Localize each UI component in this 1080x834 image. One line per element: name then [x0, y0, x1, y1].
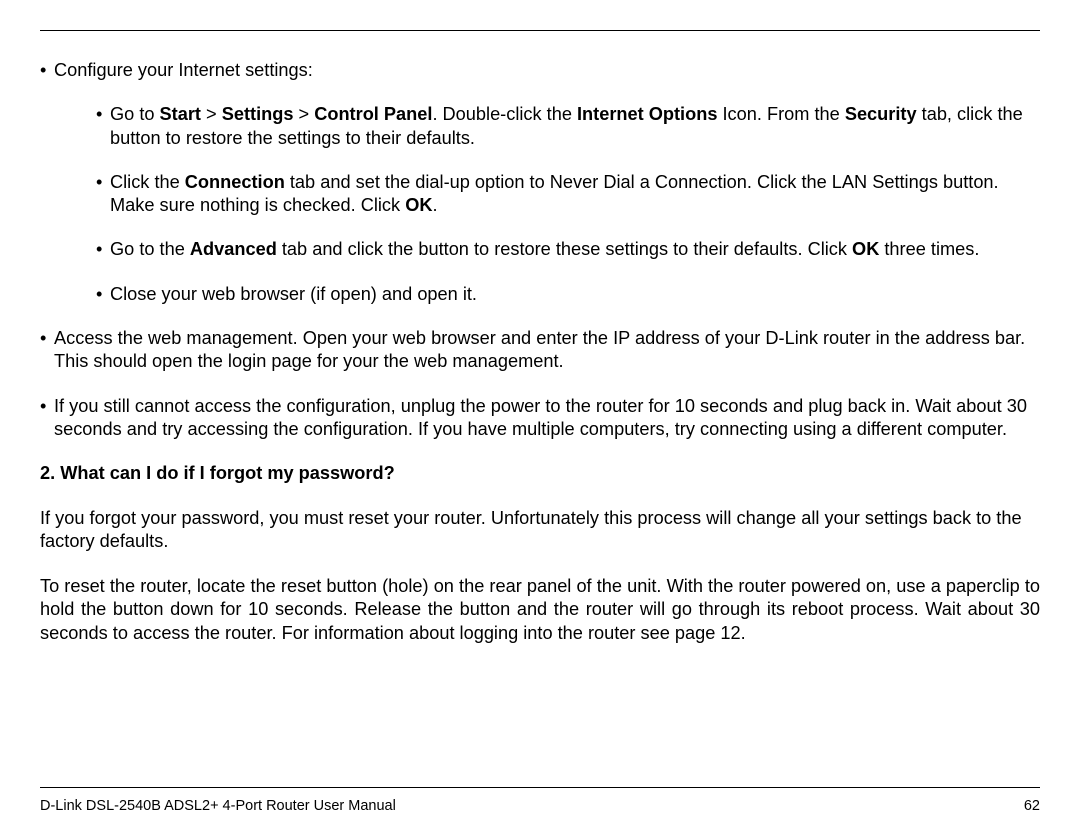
text-fragment: .: [432, 195, 437, 215]
bullet-dot-icon: •: [96, 283, 110, 306]
text-fragment: Go to the: [110, 239, 190, 259]
bullet-access-web-mgmt: • Access the web management. Open your w…: [40, 327, 1040, 374]
faq-q2-paragraph-1: If you forgot your password, you must re…: [40, 507, 1040, 554]
text-fragment: Icon. From the: [717, 104, 844, 124]
faq-q2-paragraph-2: To reset the router, locate the reset bu…: [40, 575, 1040, 645]
bold-connection: Connection: [185, 172, 285, 192]
bold-ok: OK: [852, 239, 879, 259]
bullet-configure-internet-text: Configure your Internet settings:: [54, 59, 1040, 82]
bold-settings: Settings: [222, 104, 294, 124]
bullet-still-cannot-access-text: If you still cannot access the configura…: [54, 395, 1040, 442]
bold-advanced: Advanced: [190, 239, 277, 259]
bullet-dot-icon: •: [96, 103, 110, 150]
sub-bullet-advanced-tab: • Go to the Advanced tab and click the b…: [96, 238, 1040, 261]
manual-page: • Configure your Internet settings: • Go…: [0, 0, 1080, 834]
bold-security: Security: [845, 104, 917, 124]
bullet-dot-icon: •: [96, 171, 110, 218]
bullet-dot-icon: •: [96, 238, 110, 261]
bullet-dot-icon: •: [40, 59, 54, 82]
text-fragment: >: [293, 104, 314, 124]
page-footer: D-Link DSL-2540B ADSL2+ 4-Port Router Us…: [40, 788, 1040, 834]
bold-internet-options: Internet Options: [577, 104, 717, 124]
bold-ok: OK: [405, 195, 432, 215]
sub-bullet-close-browser-text: Close your web browser (if open) and ope…: [110, 283, 1040, 306]
bullet-access-web-mgmt-text: Access the web management. Open your web…: [54, 327, 1040, 374]
text-fragment: tab and click the button to restore thes…: [277, 239, 852, 259]
sub-bullet-advanced-tab-text: Go to the Advanced tab and click the but…: [110, 238, 1040, 261]
bullet-dot-icon: •: [40, 395, 54, 442]
bold-start: Start: [160, 104, 201, 124]
bullet-dot-icon: •: [40, 327, 54, 374]
text-fragment: . Double-click the: [432, 104, 577, 124]
footer-manual-title: D-Link DSL-2540B ADSL2+ 4-Port Router Us…: [40, 798, 396, 814]
sub-bullet-start-settings: • Go to Start > Settings > Control Panel…: [96, 103, 1040, 150]
sub-bullet-start-settings-text: Go to Start > Settings > Control Panel. …: [110, 103, 1040, 150]
footer-page-number: 62: [1024, 798, 1040, 814]
sub-bullet-connection-tab-text: Click the Connection tab and set the dia…: [110, 171, 1040, 218]
text-fragment: >: [201, 104, 222, 124]
text-fragment: Go to: [110, 104, 160, 124]
bullet-configure-internet: • Configure your Internet settings:: [40, 59, 1040, 82]
text-fragment: Click the: [110, 172, 185, 192]
bullet-still-cannot-access: • If you still cannot access the configu…: [40, 395, 1040, 442]
sub-bullet-connection-tab: • Click the Connection tab and set the d…: [96, 171, 1040, 218]
sub-bullet-close-browser: • Close your web browser (if open) and o…: [96, 283, 1040, 306]
top-horizontal-rule: [40, 30, 1040, 31]
bold-control-panel: Control Panel: [314, 104, 432, 124]
text-fragment: three times.: [879, 239, 979, 259]
footer-area: D-Link DSL-2540B ADSL2+ 4-Port Router Us…: [40, 779, 1040, 834]
configure-internet-sub-list: • Go to Start > Settings > Control Panel…: [96, 103, 1040, 306]
faq-question-2-heading: 2. What can I do if I forgot my password…: [40, 462, 1040, 485]
page-content: • Configure your Internet settings: • Go…: [40, 59, 1040, 779]
